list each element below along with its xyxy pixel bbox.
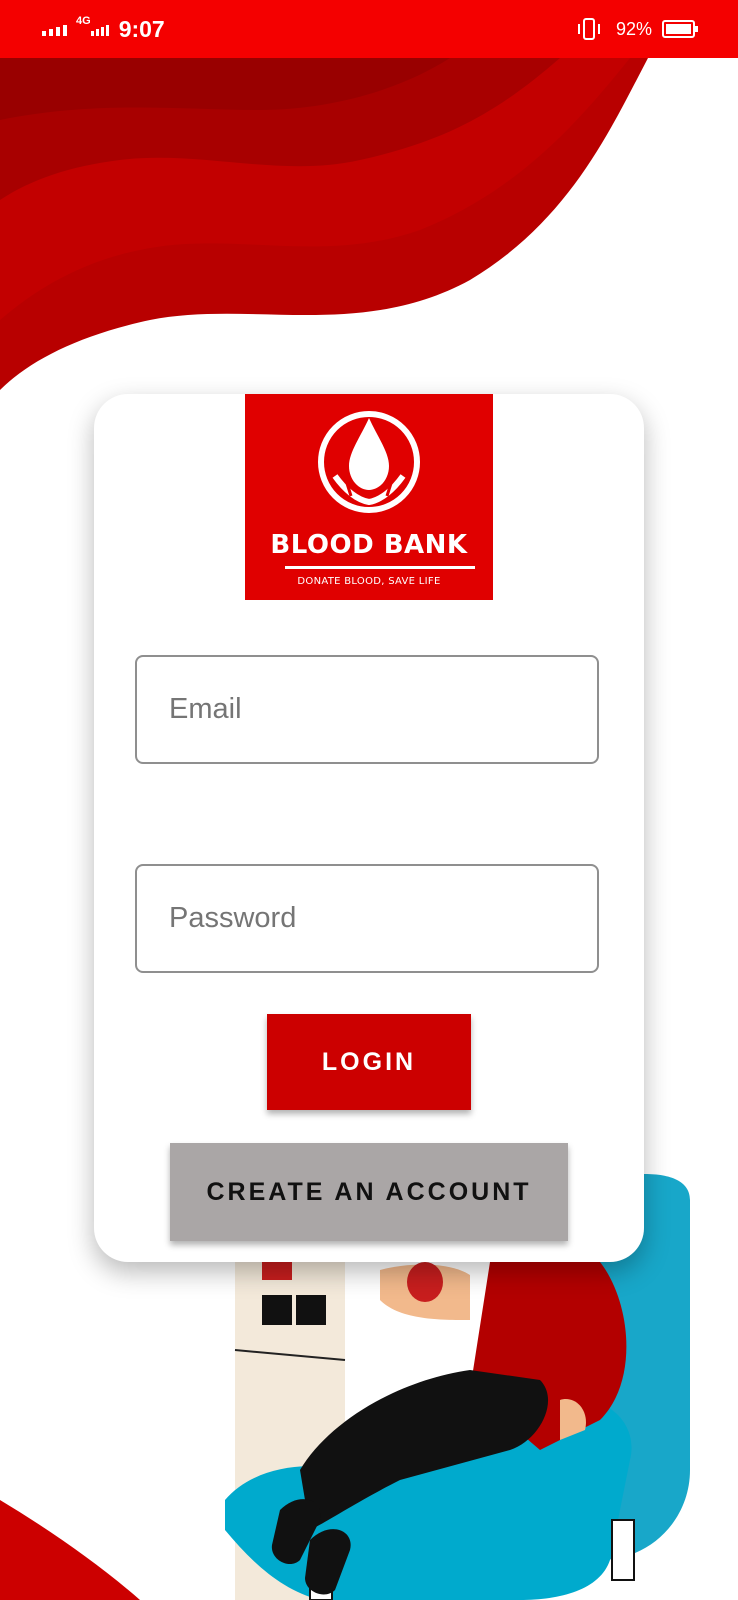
clock: 9:07	[118, 15, 165, 42]
signal-icon	[42, 25, 67, 36]
create-account-label: CREATE AN ACCOUNT	[206, 1177, 532, 1206]
password-field[interactable]: Password	[135, 864, 599, 973]
signal-icon-2	[90, 25, 109, 36]
login-card: BLOOD BANK DONATE BLOOD, SAVE LIFE Email…	[94, 394, 644, 1262]
logo-divider	[285, 566, 475, 569]
email-field[interactable]: Email	[135, 655, 599, 764]
vibrate-icon	[577, 18, 600, 40]
network-type: 4G	[76, 15, 91, 27]
login-button[interactable]: LOGIN	[267, 1014, 471, 1110]
login-button-label: LOGIN	[321, 1047, 417, 1076]
battery-percent: 92%	[615, 18, 652, 39]
blood-drop-hands-icon	[318, 411, 420, 513]
blood-bank-logo: BLOOD BANK DONATE BLOOD, SAVE LIFE	[245, 394, 493, 600]
status-bar: 4G 9:07 92%	[0, 0, 738, 58]
battery-icon	[662, 20, 698, 38]
password-placeholder: Password	[169, 902, 297, 934]
logo-title: BLOOD BANK	[270, 530, 468, 560]
email-placeholder: Email	[169, 693, 242, 725]
logo-tagline: DONATE BLOOD, SAVE LIFE	[297, 576, 441, 587]
create-account-button[interactable]: CREATE AN ACCOUNT	[170, 1143, 568, 1241]
